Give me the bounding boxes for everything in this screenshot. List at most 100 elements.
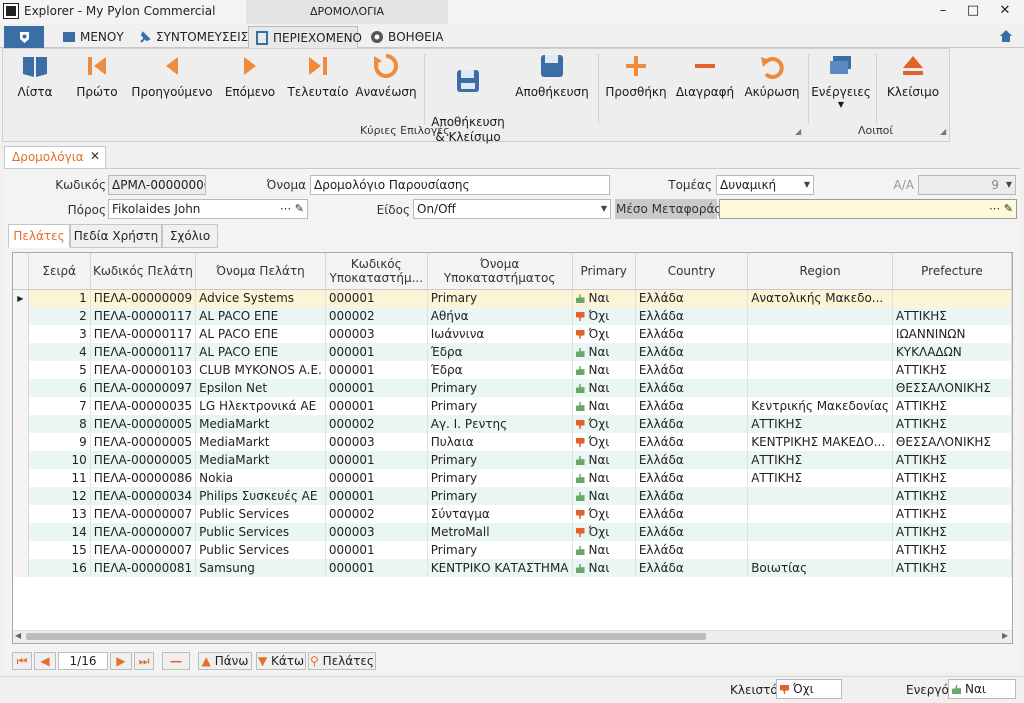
minimize-button[interactable]: – (928, 0, 958, 22)
cancel-button[interactable]: Ακύρωση (740, 52, 804, 99)
table-cell: Αθήνα (427, 307, 573, 325)
customers-lookup-button[interactable]: ⚲ Πελάτες (308, 652, 376, 670)
pager-first-button[interactable]: ⏮ (12, 652, 32, 670)
table-row[interactable]: 15 ΠΕΛΑ-00000007 Public Services 000001 Prim… (13, 541, 1012, 559)
edit-icon[interactable]: ✎ (1004, 200, 1013, 218)
close-icon[interactable]: ✕ (90, 149, 100, 163)
tab-user-fields[interactable]: Πεδία Χρήστη (70, 224, 162, 248)
resource-field[interactable]: Fikolaides John ⋯ ✎ (108, 199, 308, 219)
actions-button[interactable]: Ενέργειες ▼ (810, 52, 872, 109)
scroll-left-icon[interactable]: ◀ (15, 631, 21, 640)
table-cell: Ναι (572, 469, 636, 487)
primary-value: Όχι (588, 525, 610, 539)
closed-field[interactable]: Όχι (776, 679, 842, 699)
scroll-right-icon[interactable]: ▶ (1002, 631, 1008, 640)
transport-field[interactable]: ⋯ ✎ (719, 199, 1017, 219)
table-row[interactable]: 5 ΠΕΛΑ-00000103 CLUB MYKONOS A.E. 000001 Έδρ… (13, 361, 1012, 379)
add-button[interactable]: Προσθήκη (602, 52, 670, 99)
previous-button[interactable]: Προηγούμενο (130, 52, 214, 99)
tab-menu[interactable]: ΜΕΝΟΥ (56, 26, 128, 48)
pin-icon (140, 31, 151, 43)
edit-icon[interactable]: ✎ (295, 200, 304, 218)
group-expand-icon[interactable]: ◢ (940, 127, 946, 136)
last-button[interactable]: Τελευταίο (286, 52, 350, 99)
active-field[interactable]: Ναι (948, 679, 1016, 699)
maximize-button[interactable]: □ (958, 0, 988, 22)
table-row[interactable]: 8 ΠΕΛΑ-00000005 MediaMarkt 000002 Αγ. Ι. Ρεν… (13, 415, 1012, 433)
ellipsis-icon[interactable]: ⋯ (280, 200, 291, 218)
pager-last-button[interactable]: ⏭ (134, 652, 154, 670)
table-row[interactable]: 7 ΠΕΛΑ-00000035 LG Ηλεκτρονικά ΑΕ 000001 Pri… (13, 397, 1012, 415)
table-cell: Ελλάδα (635, 541, 749, 559)
row-indicator (13, 541, 29, 559)
column-header[interactable]: Κωδικός Πελάτη (90, 253, 197, 290)
table-row[interactable]: 12 ΠΕΛΑ-00000034 Philips Συσκευές ΑΕ 000001… (13, 487, 1012, 505)
tab-comment[interactable]: Σχόλιο (162, 224, 218, 248)
remove-row-button[interactable]: — (162, 652, 190, 670)
table-row[interactable]: 4 ΠΕΛΑ-00000117 AL PACO ΕΠΕ 000001 Έδρα Ναι Ελ… (13, 343, 1012, 361)
column-header[interactable]: Σειρά (28, 253, 91, 290)
active-value: Ναι (965, 682, 986, 696)
table-cell: Όχι (572, 505, 636, 523)
refresh-button[interactable]: Ανανέωση (354, 52, 418, 99)
table-cell: Ελλάδα (635, 559, 749, 577)
table-row[interactable]: 13 ΠΕΛΑ-00000007 Public Services 000002 Σύντ… (13, 505, 1012, 523)
close-window-button[interactable]: ✕ (990, 0, 1020, 22)
table-row[interactable]: 10 ΠΕΛΑ-00000005 MediaMarkt 000001 Primary Να… (13, 451, 1012, 469)
column-header[interactable]: Κωδικός Υποκαταστήμ... (325, 253, 428, 290)
column-header[interactable]: Prefecture (892, 253, 1012, 290)
pager-next-button[interactable]: ▶ (110, 652, 132, 670)
column-header[interactable]: Όνομα Πελάτη (195, 253, 326, 290)
tab-content[interactable]: ΠΕΡΙΕΧΟΜΕΝΟ (248, 26, 362, 48)
table-row[interactable]: 11 ΠΕΛΑ-00000086 Nokia 000001 Primary Ναι Ελλά… (13, 469, 1012, 487)
primary-value: Όχι (588, 327, 610, 341)
move-up-button[interactable]: ▲ Πάνω (198, 652, 252, 670)
tab-customers[interactable]: Πελάτες (8, 224, 70, 248)
table-cell: ΠΕΛΑ-00000005 (90, 451, 197, 469)
first-button[interactable]: Πρώτο (68, 52, 126, 99)
group-label-other: Λοιποί (858, 124, 894, 137)
table-row[interactable]: ▶ 1 ΠΕΛΑ-00000009 Advice Systems 000001 Prima… (13, 289, 1012, 307)
tab-help[interactable]: ΒΟΗΘΕΙΑ (364, 26, 444, 48)
window-title: Explorer - My Pylon Commercial (24, 4, 216, 18)
thumbs-up-icon (575, 348, 585, 357)
column-header[interactable]: Primary (572, 253, 636, 290)
table-cell: 8 (28, 415, 91, 433)
ellipsis-icon[interactable]: ⋯ (989, 200, 1000, 218)
close-button[interactable]: Κλείσιμο (880, 52, 946, 99)
column-header[interactable]: Όνομα Υποκαταστήματος (427, 253, 573, 290)
table-cell: 000002 (325, 505, 428, 523)
list-button[interactable]: Λίστα (6, 52, 64, 99)
column-header[interactable]: Region (747, 253, 893, 290)
table-cell: Ελλάδα (635, 307, 749, 325)
table-cell: 10 (28, 451, 91, 469)
group-expand-icon[interactable]: ◢ (795, 127, 801, 136)
kind-select[interactable]: On/Off ▼ (413, 199, 611, 219)
table-row[interactable]: 6 ΠΕΛΑ-00000097 Epsilon Net 000001 Primary Να… (13, 379, 1012, 397)
pager-prev-button[interactable]: ◀ (34, 652, 56, 670)
app-icon[interactable] (3, 3, 19, 19)
table-row[interactable]: 9 ΠΕΛΑ-00000005 MediaMarkt 000003 Πυλαια Όχι Ε… (13, 433, 1012, 451)
table-row[interactable]: 2 ΠΕΛΑ-00000117 AL PACO ΕΠΕ 000002 Αθήνα Όχι Ε… (13, 307, 1012, 325)
column-header[interactable]: Country (635, 253, 749, 290)
thumbs-up-icon (575, 366, 585, 375)
table-cell: Ελλάδα (635, 505, 749, 523)
app-menu-tab[interactable] (4, 26, 44, 48)
scrollbar-thumb[interactable] (26, 633, 706, 640)
tab-shortcuts[interactable]: ΣΥΝΤΟΜΕΥΣΕΙΣ (132, 26, 248, 48)
home-icon[interactable] (998, 28, 1014, 47)
table-cell: ΑΤΤΙΚΗΣ (892, 397, 1012, 415)
save-button[interactable]: Αποθήκευση (512, 52, 592, 99)
table-row[interactable]: 3 ΠΕΛΑ-00000117 AL PACO ΕΠΕ 000003 Ιωάννινα Ό… (13, 325, 1012, 343)
move-down-button[interactable]: ▼ Κάτω (256, 652, 306, 670)
table-cell: Samsung (195, 559, 326, 577)
name-field[interactable]: Δρομολόγιο Παρουσίασης (310, 175, 610, 195)
table-row[interactable]: 14 ΠΕΛΑ-00000007 Public Services 000003 Metr… (13, 523, 1012, 541)
table-cell: ΠΕΛΑ-00000007 (90, 523, 197, 541)
delete-button[interactable]: Διαγραφή (672, 52, 738, 99)
table-row[interactable]: 16 ΠΕΛΑ-00000081 Samsung 000001 ΚΕΝΤΡΙΚΟ ΚΑΤ… (13, 559, 1012, 577)
sector-select[interactable]: Δυναμική ▼ (716, 175, 814, 195)
customers-grid[interactable]: Σειρά Κωδικός Πελάτη Όνομα Πελάτη Κωδικός Υ… (12, 252, 1013, 644)
next-button[interactable]: Επόμενο (220, 52, 280, 99)
table-cell: Primary (427, 541, 573, 559)
